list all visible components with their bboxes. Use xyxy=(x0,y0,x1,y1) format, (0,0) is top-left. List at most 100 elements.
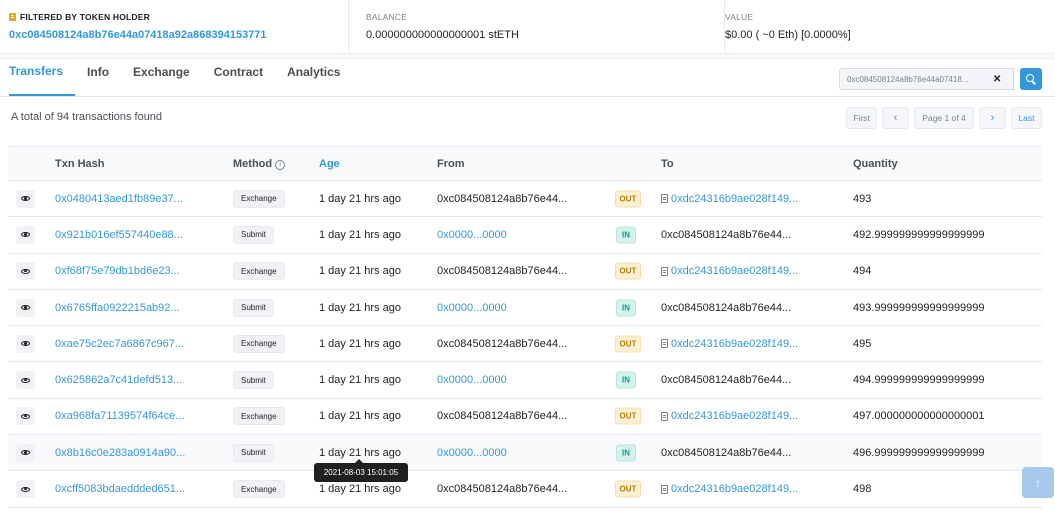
to-address[interactable]: 0xdc24316b9ae028f149... xyxy=(661,265,798,277)
value-label: VALUE xyxy=(725,12,754,22)
balance-cell: BALANCE 0.000000000000000001 stETH xyxy=(348,0,724,53)
age-tooltip: 2021-08-03 15:01:05 xyxy=(314,459,408,482)
to-address-text[interactable]: 0xdc24316b9ae028f149... xyxy=(671,483,798,495)
tab-info[interactable]: Info xyxy=(75,58,121,96)
method-badge: Exchange xyxy=(233,407,285,426)
method-badge: Submit xyxy=(233,298,274,317)
header-from: From xyxy=(437,158,465,170)
header-age[interactable]: Age xyxy=(319,158,340,170)
quantity-value: 496.999999999999999999 xyxy=(853,446,985,459)
header-txn-hash: Txn Hash xyxy=(55,158,105,170)
search-button[interactable] xyxy=(1020,68,1042,90)
view-details-button[interactable] xyxy=(16,480,35,499)
table-row: 0xf68f75e79db1bd6e23... Exchange 1 day 21 … xyxy=(8,254,1042,290)
method-badge: Exchange xyxy=(233,189,285,208)
table-row: 0x8b16c0e283a0914a90... Submit 1 day 21 hr… xyxy=(8,435,1042,472)
quantity-value: 493.999999999999999999 xyxy=(853,301,985,314)
address-filter-input[interactable] xyxy=(840,69,990,89)
view-details-button[interactable] xyxy=(16,334,35,353)
holder-address-link[interactable]: 0xc084508124a8b76e44a07418a92a8683941537… xyxy=(9,29,340,41)
txn-hash-link[interactable]: 0x921b016ef557440e88... xyxy=(55,229,183,241)
to-address-text[interactable]: 0xdc24316b9ae028f149... xyxy=(671,193,798,205)
to-address-text[interactable]: 0xdc24316b9ae028f149... xyxy=(671,338,798,350)
scroll-to-top-button[interactable]: ↑ xyxy=(1022,467,1054,498)
from-address[interactable]: 0x0000...0000 xyxy=(437,302,507,314)
txn-hash-link[interactable]: 0x8b16c0e283a0914a90... xyxy=(55,447,185,459)
direction-badge: IN xyxy=(616,299,636,317)
method-badge: Exchange xyxy=(233,262,285,281)
from-address[interactable]: 0x0000...0000 xyxy=(437,374,507,386)
clear-filter-icon[interactable]: ✕ xyxy=(993,74,1001,85)
view-details-button[interactable] xyxy=(16,407,35,426)
view-details-button[interactable] xyxy=(16,225,35,244)
tab-bar: Transfers Info Exchange Contract Analyti… xyxy=(0,59,1055,97)
tab-exchange[interactable]: Exchange xyxy=(121,58,202,96)
view-details-button[interactable] xyxy=(16,443,35,462)
age-text: 1 day 21 hrs ago xyxy=(319,483,401,496)
quantity-value: 492.999999999999999999 xyxy=(853,228,985,241)
table-header: Txn Hash Method i Age From To Quantity xyxy=(8,146,1042,181)
tab-transfers[interactable]: Transfers xyxy=(9,58,76,96)
txn-hash-link[interactable]: 0x6765ffa0922215ab92... xyxy=(55,302,180,314)
balance-label: BALANCE xyxy=(366,12,408,22)
filter-label-text: FILTERED BY TOKEN HOLDER xyxy=(20,12,150,22)
table-row: 0xae75c2ec7a6867c967... Exchange 1 day 21 … xyxy=(8,326,1042,363)
quantity-value: 495 xyxy=(853,337,872,350)
txn-hash-link[interactable]: 0xa968fa71139574f64ce... xyxy=(55,410,184,422)
eye-icon xyxy=(21,450,30,456)
method-badge: Submit xyxy=(233,225,274,244)
method-badge: Submit xyxy=(233,371,274,390)
quantity-value: 494 xyxy=(853,265,872,278)
to-address-text[interactable]: 0xdc24316b9ae028f149... xyxy=(671,410,798,422)
first-page-button[interactable]: First xyxy=(846,107,877,129)
to-address-text[interactable]: 0xdc24316b9ae028f149... xyxy=(671,265,798,277)
search-icon xyxy=(1026,74,1034,82)
from-address[interactable]: 0x0000...0000 xyxy=(437,447,507,459)
txn-hash-link[interactable]: 0x625862a7c41defd513... xyxy=(55,374,182,386)
to-address[interactable]: 0xdc24316b9ae028f149... xyxy=(661,338,798,350)
last-page-button[interactable]: Last xyxy=(1011,107,1042,129)
table-row: 0x0480413aed1fb89e37... Exchange 1 day 21 … xyxy=(8,181,1042,218)
eye-icon xyxy=(21,305,30,311)
to-address: 0xc084508124a8b76e44... xyxy=(661,447,791,459)
transfers-table: Txn Hash Method i Age From To Quantity 0x… xyxy=(8,146,1042,508)
total-transactions-text: A total of 94 transactions found xyxy=(11,111,163,123)
pagination: First ‹ Page 1 of 4 › Last xyxy=(846,107,1042,129)
view-details-button[interactable] xyxy=(16,262,35,281)
to-address[interactable]: 0xdc24316b9ae028f149... xyxy=(661,193,798,205)
direction-badge: IN xyxy=(616,371,636,389)
to-address-text: 0xc084508124a8b76e44... xyxy=(661,446,792,459)
txn-hash-link[interactable]: 0x0480413aed1fb89e37... xyxy=(55,193,183,205)
txn-hash-link[interactable]: 0xf68f75e79db1bd6e23... xyxy=(55,265,180,277)
eye-icon xyxy=(21,413,30,419)
next-page-button[interactable]: › xyxy=(979,107,1006,129)
header-method-text: Method xyxy=(233,158,273,170)
txn-hash-link[interactable]: 0xae75c2ec7a6867c967... xyxy=(55,338,184,350)
direction-badge: OUT xyxy=(615,190,641,208)
to-address[interactable]: 0xdc24316b9ae028f149... xyxy=(661,410,798,422)
prev-page-button[interactable]: ‹ xyxy=(882,107,909,129)
method-badge: Submit xyxy=(233,443,274,462)
age-text: 1 day 21 hrs ago xyxy=(319,410,401,423)
view-details-button[interactable] xyxy=(16,298,35,317)
view-details-button[interactable] xyxy=(16,189,35,208)
txn-hash-link[interactable]: 0xcff5083bdaeddded651... xyxy=(55,483,185,495)
tab-analytics[interactable]: Analytics xyxy=(275,58,352,96)
age-text: 1 day 21 hrs ago xyxy=(319,374,401,387)
age-text: 1 day 21 hrs ago xyxy=(319,337,401,350)
table-row: 0x625862a7c41defd513... Submit 1 day 21 hr… xyxy=(8,362,1042,399)
info-icon[interactable]: i xyxy=(275,160,286,170)
direction-badge: OUT xyxy=(615,262,641,280)
from-address: 0xc084508124a8b76e44... xyxy=(437,192,568,205)
balance-value: 0.000000000000000001 stETH xyxy=(366,29,519,41)
tab-contract[interactable]: Contract xyxy=(202,58,275,96)
quantity-value: 497.000000000000000001 xyxy=(853,410,985,423)
direction-badge: OUT xyxy=(615,335,641,353)
value-value: $0.00 ( ~0 Eth) [0.0000%] xyxy=(725,29,851,41)
transfers-card: Transfers Info Exchange Contract Analyti… xyxy=(0,58,1055,515)
table-row: 0xa968fa71139574f64ce... Exchange 1 day 21… xyxy=(8,399,1042,436)
to-address[interactable]: 0xdc24316b9ae028f149... xyxy=(661,483,798,495)
direction-badge: OUT xyxy=(615,480,641,498)
view-details-button[interactable] xyxy=(16,371,35,390)
from-address[interactable]: 0x0000...0000 xyxy=(437,229,507,241)
